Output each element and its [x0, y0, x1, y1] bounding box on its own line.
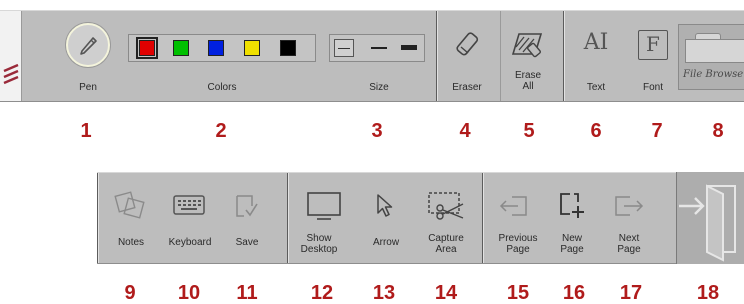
capture-area-button[interactable] — [426, 190, 466, 222]
separator — [436, 11, 438, 101]
separator — [97, 173, 99, 263]
pen-label: Pen — [79, 82, 97, 93]
font-icon: F — [646, 32, 660, 56]
next-page-label: Next Page — [617, 233, 641, 255]
keyboard-icon — [173, 195, 205, 215]
save-button[interactable] — [232, 192, 260, 220]
callout-number: 12 — [310, 282, 334, 304]
notes-button[interactable] — [114, 190, 148, 220]
separator — [482, 173, 484, 263]
previous-page-icon — [499, 196, 527, 216]
text-button[interactable]: AI — [576, 30, 616, 55]
callout-number: 4 — [459, 120, 471, 142]
separator — [287, 173, 289, 263]
exit-button[interactable] — [676, 172, 744, 264]
show-desktop-label: Show Desktop — [300, 233, 338, 255]
eraser-button[interactable] — [452, 30, 482, 60]
erase-all-button[interactable] — [510, 30, 544, 58]
callout-number: 6 — [590, 120, 602, 142]
previous-page-button[interactable] — [498, 192, 532, 220]
color-swatch-yellow[interactable] — [244, 40, 260, 56]
callout-number: 3 — [371, 120, 383, 142]
color-swatch-red[interactable] — [136, 37, 158, 59]
callout-number: 14 — [434, 282, 458, 304]
keyboard-label: Keyboard — [168, 237, 212, 248]
callout-number: 11 — [236, 282, 258, 304]
scissors-icon — [428, 192, 464, 220]
erase-all-label: Erase All — [514, 70, 542, 92]
callout-number: 5 — [523, 120, 535, 142]
font-label: Font — [642, 82, 663, 93]
save-label: Save — [235, 237, 259, 248]
callout-number: 9 — [124, 282, 136, 304]
logo-icon — [3, 63, 19, 85]
callout-number: 17 — [619, 282, 643, 304]
callout-number: 15 — [506, 282, 530, 304]
erase-all-icon — [511, 33, 543, 58]
callout-number: 18 — [696, 282, 720, 304]
next-page-button[interactable] — [612, 192, 646, 220]
keyboard-button[interactable] — [172, 192, 206, 218]
next-page-icon — [615, 196, 644, 216]
file-browser-label: File Browser — [683, 69, 744, 80]
arrow-button[interactable] — [372, 192, 398, 220]
callout-number: 2 — [215, 120, 227, 142]
color-swatch-black[interactable] — [280, 40, 296, 56]
callout-number: 8 — [712, 120, 724, 142]
monitor-icon — [307, 192, 341, 220]
notes-icon — [114, 191, 145, 219]
eraser-label: Eraser — [452, 82, 482, 93]
callout-number: 1 — [80, 120, 92, 142]
previous-page-label: Previous Page — [498, 233, 538, 255]
callout-number: 10 — [177, 282, 201, 304]
size-thin-button[interactable] — [334, 39, 354, 57]
separator — [500, 11, 501, 101]
callout-number: 13 — [372, 282, 396, 304]
save-icon — [236, 195, 258, 217]
arrow-label: Arrow — [372, 237, 400, 248]
text-icon: AI — [583, 30, 609, 55]
cursor-arrow-icon — [377, 194, 393, 217]
callout-number: 16 — [562, 282, 586, 304]
separator — [563, 11, 565, 101]
callout-number: 7 — [651, 120, 663, 142]
new-page-button[interactable] — [556, 190, 586, 220]
color-swatch-green[interactable] — [173, 40, 189, 56]
colors-label: Colors — [207, 82, 237, 93]
size-label: Size — [369, 82, 389, 93]
size-thick-button[interactable] — [401, 45, 417, 50]
logo-panel — [0, 11, 22, 101]
pencil-icon — [77, 34, 99, 56]
size-medium-button[interactable] — [371, 47, 387, 49]
new-page-icon — [560, 193, 584, 218]
show-desktop-button[interactable] — [305, 190, 343, 222]
notes-label: Notes — [117, 237, 145, 248]
folder-body — [685, 39, 744, 63]
new-page-label: New Page — [560, 233, 584, 255]
text-label: Text — [586, 82, 606, 93]
file-browser-button[interactable]: File Browser — [678, 24, 744, 90]
capture-area-label: Capture Area — [428, 233, 464, 255]
exit-door-icon — [679, 184, 736, 262]
color-swatch-blue[interactable] — [208, 40, 224, 56]
font-button[interactable]: F — [638, 30, 668, 60]
eraser-icon — [456, 32, 479, 56]
